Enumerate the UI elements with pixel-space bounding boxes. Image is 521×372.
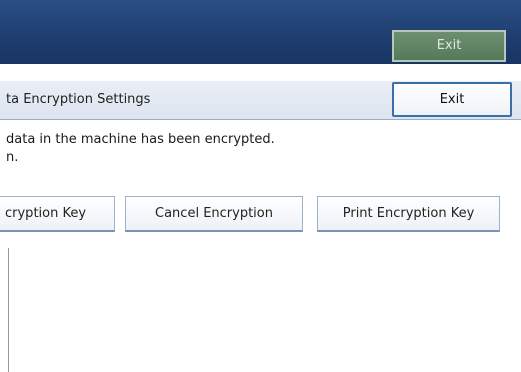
encryption-key-button[interactable]: cryption Key xyxy=(0,196,115,232)
cancel-encryption-button[interactable]: Cancel Encryption xyxy=(125,196,303,232)
screen: Exit ta Encryption Settings Exit data in… xyxy=(0,0,521,372)
status-message-line-2: n. xyxy=(6,150,19,165)
settings-exit-button[interactable]: Exit xyxy=(392,82,512,117)
status-message-line-1: data in the machine has been encrypted. xyxy=(6,132,275,147)
panel-divider xyxy=(8,248,9,372)
print-encryption-key-button[interactable]: Print Encryption Key xyxy=(317,196,500,232)
top-exit-button[interactable]: Exit xyxy=(392,30,506,62)
settings-title: ta Encryption Settings xyxy=(6,92,151,107)
